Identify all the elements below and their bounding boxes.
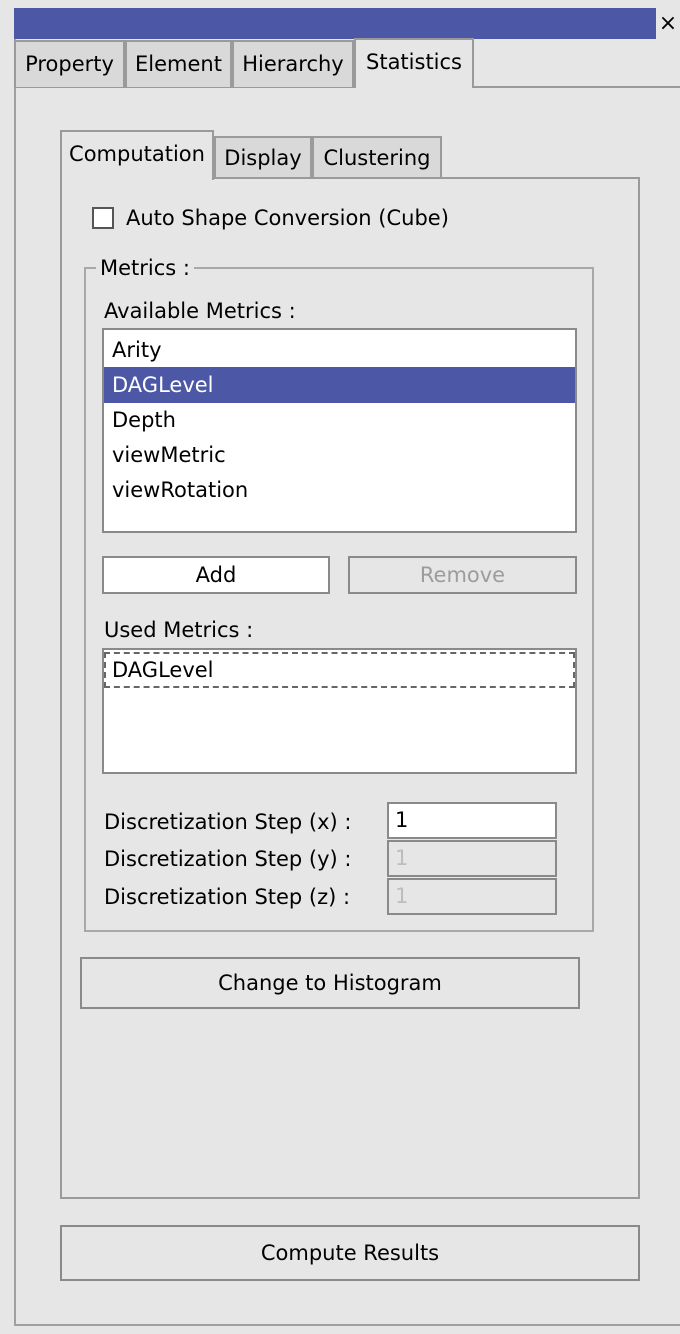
used-metrics-list[interactable]: DAGLevel xyxy=(102,648,577,774)
list-item[interactable]: Depth xyxy=(104,402,575,438)
auto-shape-checkbox[interactable] xyxy=(92,207,114,229)
tab-element[interactable]: Element xyxy=(125,40,232,87)
close-icon[interactable]: × xyxy=(656,8,680,39)
statistics-window: × Property Element Hierarchy Statistics … xyxy=(0,0,680,1334)
used-metrics-label: Used Metrics : xyxy=(104,618,254,642)
metrics-group-title: Metrics : xyxy=(96,256,194,280)
list-item[interactable]: viewRotation xyxy=(104,472,575,508)
window-titlebar[interactable] xyxy=(14,8,656,39)
subtab-computation[interactable]: Computation xyxy=(60,130,214,180)
step-x-label: Discretization Step (x) : xyxy=(104,810,352,834)
list-item-selected[interactable]: DAGLevel xyxy=(104,367,575,403)
tab-statistics[interactable]: Statistics xyxy=(354,38,474,88)
tab-property[interactable]: Property xyxy=(14,40,125,87)
step-y-label: Discretization Step (y) : xyxy=(104,847,352,871)
change-to-histogram-button[interactable]: Change to Histogram xyxy=(80,957,580,1009)
list-item[interactable]: Arity xyxy=(104,332,575,368)
subtab-clustering[interactable]: Clustering xyxy=(312,136,442,178)
compute-results-button[interactable]: Compute Results xyxy=(60,1225,640,1281)
step-z-label: Discretization Step (z) : xyxy=(104,885,351,909)
tab-hierarchy[interactable]: Hierarchy xyxy=(232,40,354,87)
add-button[interactable]: Add xyxy=(102,556,330,594)
available-metrics-label: Available Metrics : xyxy=(104,299,296,323)
step-y-field[interactable]: 1 xyxy=(387,840,557,877)
step-x-field[interactable]: 1 xyxy=(387,802,557,839)
auto-shape-label[interactable]: Auto Shape Conversion (Cube) xyxy=(126,205,449,231)
list-item[interactable]: viewMetric xyxy=(104,437,575,473)
available-metrics-list[interactable]: Arity DAGLevel Depth viewMetric viewRota… xyxy=(102,328,577,533)
subtab-display[interactable]: Display xyxy=(214,136,312,178)
step-z-field[interactable]: 1 xyxy=(387,878,557,915)
list-item[interactable]: DAGLevel xyxy=(104,652,575,688)
remove-button[interactable]: Remove xyxy=(348,556,577,594)
